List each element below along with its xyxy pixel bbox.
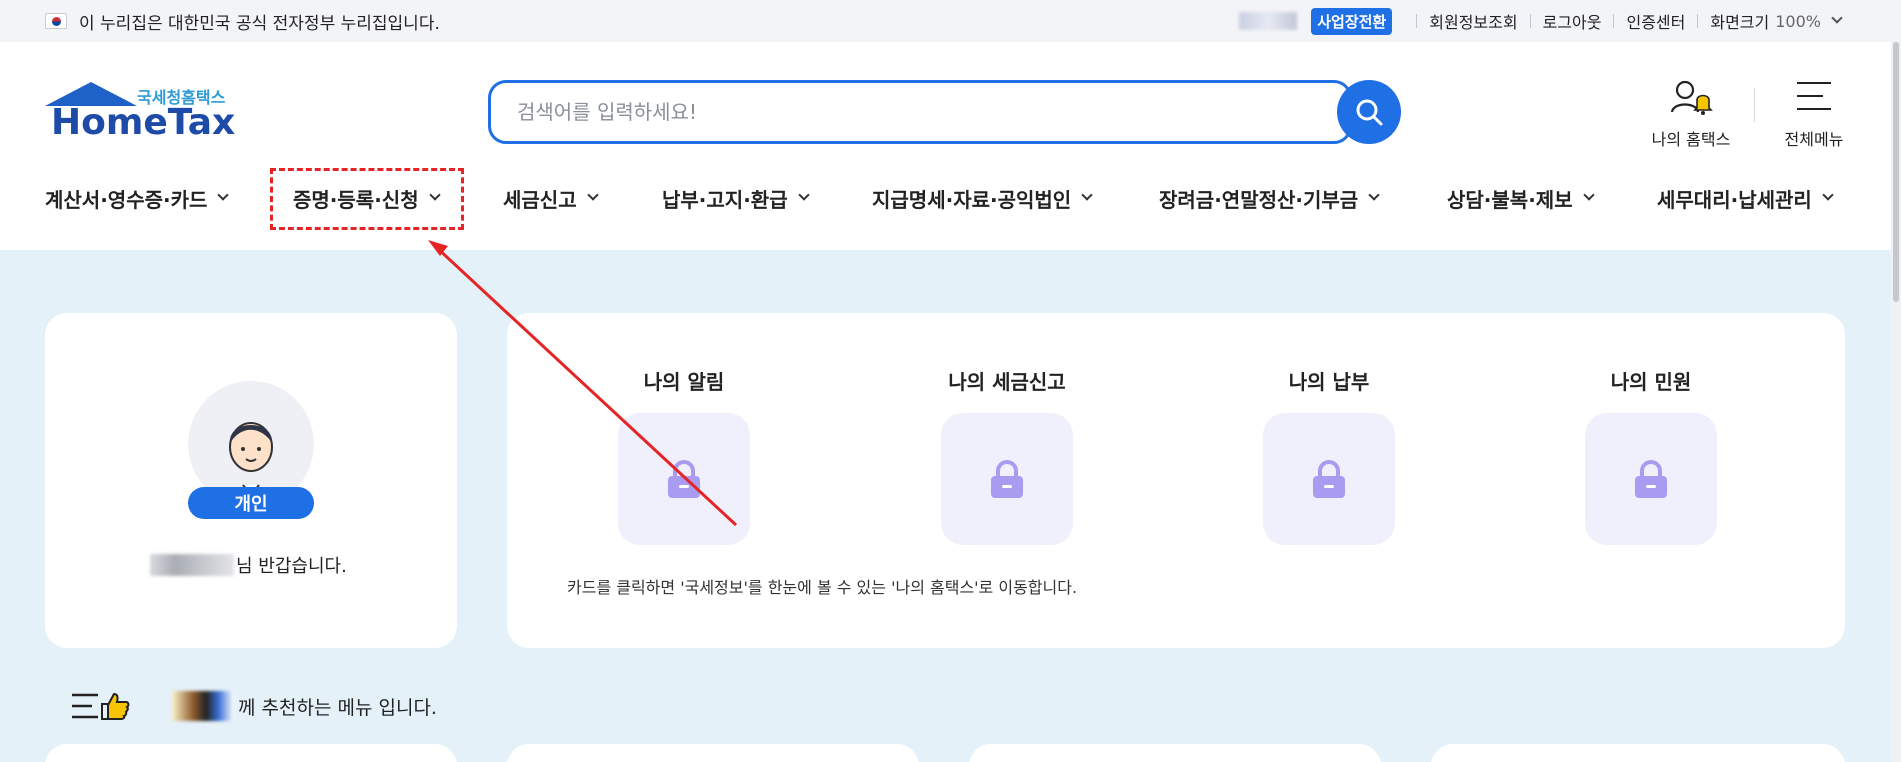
nav-item-tax-filing[interactable]: 세금신고 xyxy=(503,178,599,218)
hamburger-icon xyxy=(1797,82,1831,112)
korea-flag-icon xyxy=(45,13,67,29)
chevron-down-icon xyxy=(797,189,810,201)
member-info-link[interactable]: 회원정보조회 xyxy=(1429,9,1517,33)
tile-my-civil-affairs[interactable]: 나의 민원 xyxy=(1551,366,1751,545)
menu-thumbs-up-icon xyxy=(72,692,130,720)
page-scrollbar[interactable] xyxy=(1891,42,1901,762)
recommend-text: 께 추천하는 메뉴 입니다. xyxy=(238,696,437,719)
tile-title: 나의 세금신고 xyxy=(948,370,1066,394)
my-hometax-label: 나의 홈택스 xyxy=(1651,130,1731,149)
tile-title: 나의 민원 xyxy=(1610,370,1692,394)
tile-box xyxy=(618,413,750,545)
logo-title: HomeTax xyxy=(51,102,236,143)
zoom-control[interactable]: 화면크기 100% xyxy=(1710,9,1843,33)
zoom-value: 100% xyxy=(1775,11,1821,31)
lock-icon xyxy=(668,460,700,498)
chevron-down-icon xyxy=(1582,189,1595,201)
logout-link[interactable]: 로그아웃 xyxy=(1543,9,1602,33)
nav-item-payment-refund[interactable]: 납부·고지·환급 xyxy=(662,178,810,218)
zoom-label: 화면크기 xyxy=(1710,13,1770,32)
tile-box xyxy=(1263,413,1395,545)
tile-my-notifications[interactable]: 나의 알림 xyxy=(584,366,784,545)
nav-item-consult-appeal[interactable]: 상담·불복·제보 xyxy=(1447,178,1595,218)
recommend-card[interactable] xyxy=(45,744,457,762)
my-hometax-button[interactable]: 나의 홈택스 xyxy=(1648,78,1734,150)
greeting-text: 님 반갑습니다. xyxy=(236,556,347,577)
nav-item-label: 납부·고지·환급 xyxy=(662,187,788,212)
search-bar xyxy=(488,80,1352,144)
chevron-down-icon xyxy=(1831,12,1843,24)
search-button[interactable] xyxy=(1337,80,1401,144)
chevron-down-icon xyxy=(217,189,230,201)
chevron-down-icon xyxy=(1081,189,1093,201)
divider xyxy=(1754,88,1755,122)
nav-item-tax-agent[interactable]: 세무대리·납세관리 xyxy=(1657,178,1834,218)
search-icon xyxy=(1356,99,1383,126)
greeting: 님 반갑습니다. xyxy=(150,552,347,578)
nav-item-incentive-yearend[interactable]: 장려금·연말정산·기부금 xyxy=(1159,178,1380,218)
utility-nav: 사업장전환 회원정보조회 로그아웃 인증센터 화면크기 100% xyxy=(1239,0,1843,42)
annotation-highlight-box xyxy=(270,168,464,230)
recommend-card[interactable] xyxy=(507,744,919,762)
hometax-logo[interactable]: 국세청홈택스 HomeTax xyxy=(45,78,235,144)
user-type-badge: 개인 xyxy=(188,487,314,519)
chevron-down-icon xyxy=(1368,189,1380,201)
recommend-card[interactable] xyxy=(1431,744,1845,762)
lock-icon xyxy=(991,460,1023,498)
tile-my-payment[interactable]: 나의 납부 xyxy=(1229,366,1429,545)
chevron-down-icon xyxy=(1822,189,1834,201)
divider xyxy=(1529,14,1531,28)
all-menu-button[interactable]: 전체메뉴 xyxy=(1776,78,1852,150)
nav-item-label: 장려금·연말정산·기부금 xyxy=(1159,187,1359,212)
divider xyxy=(1416,14,1418,28)
user-name-blurred xyxy=(1239,12,1298,30)
recommend-card[interactable] xyxy=(969,744,1381,762)
user-name-blurred xyxy=(150,554,234,576)
nav-item-invoice-receipt-card[interactable]: 계산서·영수증·카드 xyxy=(45,178,230,218)
tile-box xyxy=(941,413,1073,545)
nav-item-payment-statement[interactable]: 지급명세·자료·공익법인 xyxy=(872,178,1093,218)
tile-title: 나의 알림 xyxy=(643,370,725,394)
user-bell-icon xyxy=(1669,78,1713,118)
user-name-blurred xyxy=(172,691,234,721)
tile-title: 나의 납부 xyxy=(1288,370,1370,394)
tile-my-tax-filing[interactable]: 나의 세금신고 xyxy=(907,366,1107,545)
search-input[interactable] xyxy=(517,100,1297,124)
scrollbar-thumb[interactable] xyxy=(1893,42,1899,302)
nav-item-label: 세금신고 xyxy=(503,187,577,212)
gov-banner: 이 누리집은 대한민국 공식 전자정부 누리집입니다. 사업장전환 회원정보조회… xyxy=(0,0,1901,42)
lock-icon xyxy=(1313,460,1345,498)
nav-item-label: 지급명세·자료·공익법인 xyxy=(872,187,1072,212)
divider xyxy=(1613,14,1615,28)
divider xyxy=(1697,14,1699,28)
nav-item-label: 세무대리·납세관리 xyxy=(1657,187,1812,212)
cert-center-link[interactable]: 인증센터 xyxy=(1626,9,1685,33)
gov-banner-text: 이 누리집은 대한민국 공식 전자정부 누리집입니다. xyxy=(79,13,440,34)
chevron-down-icon xyxy=(586,189,599,201)
nav-item-label: 계산서·영수증·카드 xyxy=(45,187,208,212)
recommend-heading: 께 추천하는 메뉴 입니다. xyxy=(70,690,437,722)
business-switch-button[interactable]: 사업장전환 xyxy=(1311,7,1393,35)
lock-icon xyxy=(1635,460,1667,498)
my-hometax-note: 카드를 클릭하면 '국세정보'를 한눈에 볼 수 있는 '나의 홈택스'로 이동… xyxy=(567,578,1078,597)
all-menu-label: 전체메뉴 xyxy=(1784,130,1844,149)
nav-item-label: 상담·불복·제보 xyxy=(1447,187,1573,212)
tile-box xyxy=(1585,413,1717,545)
